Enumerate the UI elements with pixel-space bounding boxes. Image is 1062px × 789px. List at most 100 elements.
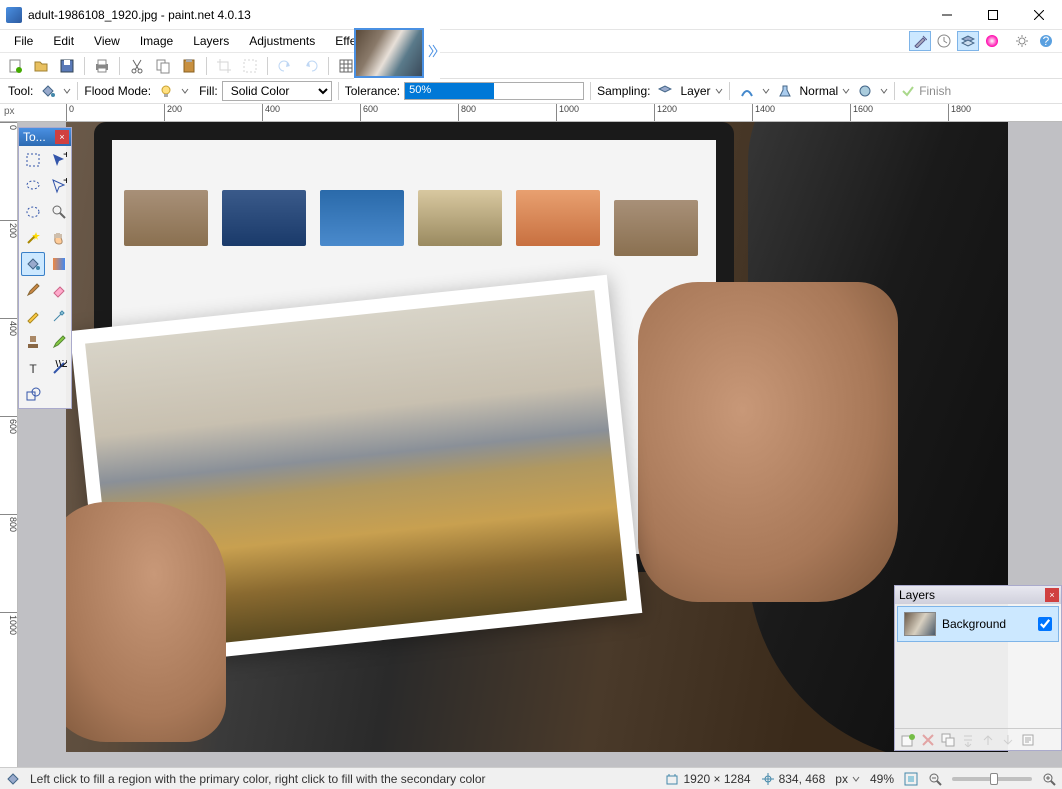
save-button[interactable] <box>56 55 78 77</box>
blend-mode-value: Normal <box>800 84 839 98</box>
text-icon: T <box>25 360 41 376</box>
chevron-down-icon[interactable] <box>842 87 850 95</box>
layers-panel-title[interactable]: Layers × <box>895 586 1061 604</box>
antialias-toggle[interactable] <box>736 81 758 101</box>
question-icon: ? <box>1039 34 1053 48</box>
rectangle-select-tool[interactable] <box>21 148 45 172</box>
menu-view[interactable]: View <box>84 32 130 50</box>
shapes-tool[interactable] <box>21 382 45 406</box>
chevron-down-icon[interactable] <box>181 87 189 95</box>
move-selection-tool[interactable]: + <box>47 148 71 172</box>
zoom-out-button[interactable] <box>928 772 942 786</box>
folder-open-icon <box>33 58 49 74</box>
zoom-in-button[interactable] <box>1042 772 1056 786</box>
layers-panel-close[interactable]: × <box>1045 588 1059 602</box>
overwrite-toggle[interactable] <box>854 81 876 101</box>
alpha-blend-toggle[interactable] <box>774 81 796 101</box>
text-tool[interactable]: T <box>21 356 45 380</box>
magic-wand-tool[interactable] <box>21 226 45 250</box>
pencil-tool[interactable] <box>21 304 45 328</box>
lasso-icon <box>25 178 41 194</box>
shapes-icon <box>25 386 41 402</box>
ellipse-select-icon <box>25 204 41 220</box>
tool-selector[interactable] <box>37 81 59 101</box>
paint-bucket-icon <box>25 256 41 272</box>
close-button[interactable] <box>1016 0 1062 29</box>
paint-bucket-tool[interactable] <box>21 252 45 276</box>
move-pixels-tool[interactable]: + <box>47 174 71 198</box>
zoom-out-icon <box>928 772 942 786</box>
tools-panel-close[interactable]: × <box>55 130 69 144</box>
canvas-hand-left <box>66 502 226 742</box>
merge-down-button <box>959 731 977 749</box>
chevron-right-icon <box>428 43 438 59</box>
separator <box>590 82 591 100</box>
paste-button[interactable] <box>178 55 200 77</box>
layer-visible-checkbox[interactable] <box>1038 617 1052 631</box>
canvas[interactable] <box>66 122 1008 752</box>
ruler-tick: 1800 <box>948 104 971 122</box>
chevron-down-icon[interactable] <box>63 87 71 95</box>
image-thumbnail[interactable] <box>354 28 424 78</box>
tools-window-toggle[interactable] <box>909 31 931 51</box>
chevron-down-icon[interactable] <box>715 87 723 95</box>
menu-edit[interactable]: Edit <box>43 32 84 50</box>
print-button[interactable] <box>91 55 113 77</box>
zoom-slider-thumb[interactable] <box>990 773 998 785</box>
menu-image[interactable]: Image <box>130 32 183 50</box>
undo-button <box>274 55 296 77</box>
down-arrow-icon <box>1001 733 1015 747</box>
move-layer-down-button <box>999 731 1017 749</box>
help-button[interactable]: ? <box>1035 31 1057 51</box>
line-tool[interactable]: \\2 <box>47 356 71 380</box>
add-layer-button[interactable] <box>899 731 917 749</box>
clone-stamp-tool[interactable] <box>21 330 45 354</box>
layer-properties-button[interactable] <box>1019 731 1037 749</box>
ellipse-select-tool[interactable] <box>21 200 45 224</box>
svg-text:+: + <box>63 178 67 187</box>
minimize-button[interactable] <box>924 0 970 29</box>
eraser-tool[interactable] <box>47 278 71 302</box>
tolerance-slider[interactable]: 50% <box>404 82 584 100</box>
status-zoom: 49% <box>870 772 894 786</box>
duplicate-layer-button[interactable] <box>939 731 957 749</box>
pan-tool[interactable] <box>47 226 71 250</box>
new-button[interactable] <box>4 55 26 77</box>
recolor-tool[interactable] <box>47 330 71 354</box>
layers-panel[interactable]: Layers × Background <box>894 585 1062 751</box>
color-picker-tool[interactable] <box>47 304 71 328</box>
fit-window-button[interactable] <box>904 772 918 786</box>
add-layer-icon <box>901 733 915 747</box>
paintbrush-tool[interactable] <box>21 278 45 302</box>
zoom-slider[interactable] <box>952 777 1032 781</box>
copy-button[interactable] <box>152 55 174 77</box>
menu-file[interactable]: File <box>4 32 43 50</box>
ruler-vertical: 0 200 400 600 800 1000 <box>0 122 18 767</box>
flood-mode-selector[interactable] <box>155 81 177 101</box>
fill-style-select[interactable]: Solid Color <box>222 81 332 101</box>
open-button[interactable] <box>30 55 52 77</box>
svg-text:\\2: \\2 <box>55 360 67 370</box>
menu-layers[interactable]: Layers <box>183 32 239 50</box>
color-wheel-icon <box>985 34 999 48</box>
settings-button[interactable] <box>1011 31 1033 51</box>
colors-window-toggle[interactable] <box>981 31 1003 51</box>
minimize-icon <box>942 10 952 20</box>
gradient-tool[interactable] <box>47 252 71 276</box>
image-list-overflow[interactable] <box>428 43 440 63</box>
cut-button[interactable] <box>126 55 148 77</box>
tools-panel-title[interactable]: To... × <box>19 128 71 146</box>
separator <box>119 57 120 75</box>
layers-window-toggle[interactable] <box>957 31 979 51</box>
tools-panel[interactable]: To... × + + T \\2 <box>18 127 72 409</box>
sampling-selector[interactable] <box>654 81 676 101</box>
chevron-down-icon[interactable] <box>880 87 888 95</box>
lasso-select-tool[interactable] <box>21 174 45 198</box>
layer-row[interactable]: Background <box>897 606 1059 642</box>
maximize-button[interactable] <box>970 0 1016 29</box>
history-window-toggle[interactable] <box>933 31 955 51</box>
status-unit-selector[interactable]: px <box>835 772 860 786</box>
chevron-down-icon[interactable] <box>762 87 770 95</box>
menu-adjustments[interactable]: Adjustments <box>239 32 325 50</box>
zoom-tool[interactable] <box>47 200 71 224</box>
